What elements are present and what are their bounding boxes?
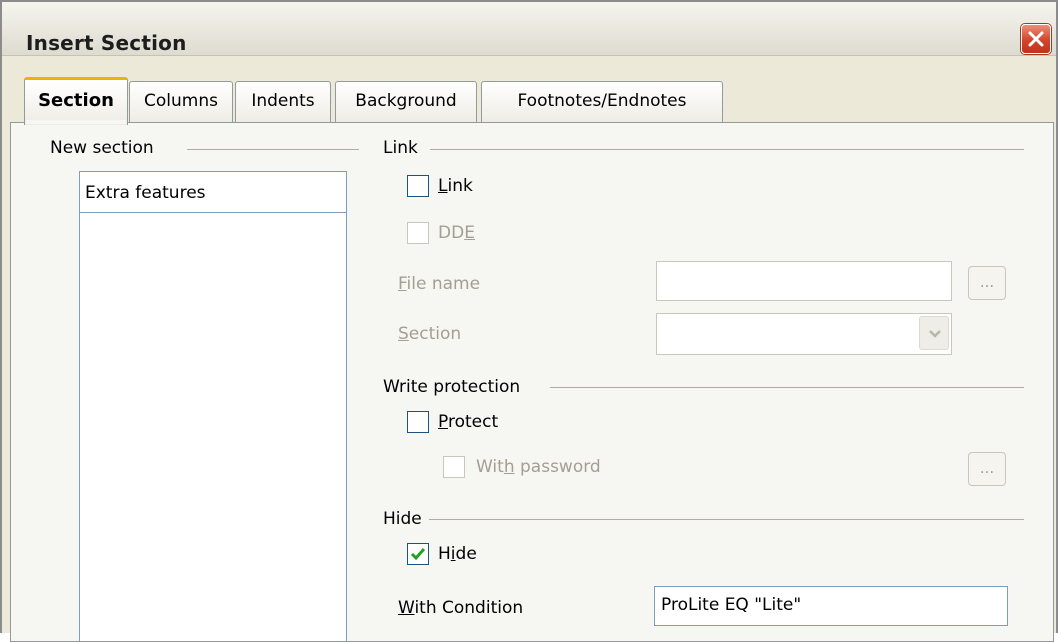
- new-section-divider: [187, 149, 359, 150]
- condition-input[interactable]: ProLite EQ "Lite": [654, 586, 1008, 626]
- dde-checkbox[interactable]: [407, 222, 429, 244]
- hide-checkbox[interactable]: [407, 543, 429, 565]
- with-condition-label: With Condition: [398, 598, 524, 618]
- file-name-input[interactable]: [656, 261, 952, 301]
- file-name-label: File name: [398, 274, 481, 294]
- close-icon: [1028, 31, 1044, 47]
- file-browse-button[interactable]: ...: [968, 266, 1006, 300]
- tab-section[interactable]: Section: [24, 77, 128, 125]
- section-name-input[interactable]: Extra features: [79, 171, 347, 213]
- insert-section-dialog: Insert Section Section Columns Indents B…: [0, 0, 1058, 642]
- password-button[interactable]: ...: [968, 452, 1006, 486]
- link-checkbox-label: Link: [438, 176, 473, 196]
- dde-checkbox-label: DDE: [438, 223, 475, 243]
- link-group-divider: [430, 149, 1024, 150]
- active-tab-join: [26, 120, 126, 124]
- close-button[interactable]: [1021, 24, 1051, 54]
- with-password-label: With password: [476, 457, 601, 477]
- tab-columns[interactable]: Columns: [129, 81, 233, 123]
- checkmark-icon: [410, 548, 426, 561]
- chevron-down-icon: [929, 330, 941, 338]
- link-checkbox[interactable]: [407, 175, 429, 197]
- hide-group-label: Hide: [383, 509, 422, 529]
- link-group-label: Link: [383, 138, 418, 158]
- title-bar: Insert Section: [2, 2, 1056, 56]
- dropdown-arrow[interactable]: [919, 316, 949, 350]
- protect-checkbox-label: Protect: [438, 412, 499, 432]
- dialog-title: Insert Section: [26, 31, 187, 55]
- hide-group-divider: [429, 519, 1024, 520]
- tab-footnotes-endnotes[interactable]: Footnotes/Endnotes: [481, 81, 723, 123]
- protect-checkbox[interactable]: [407, 411, 429, 433]
- write-protection-label: Write protection: [383, 377, 521, 397]
- section-select[interactable]: [656, 313, 952, 355]
- new-section-label: New section: [50, 138, 154, 158]
- section-list[interactable]: [79, 212, 347, 642]
- write-protection-divider: [550, 387, 1024, 388]
- tab-indents[interactable]: Indents: [235, 81, 331, 123]
- with-password-checkbox[interactable]: [443, 456, 465, 478]
- section-select-label: Section: [398, 324, 462, 344]
- hide-checkbox-label: Hide: [438, 544, 477, 564]
- tab-background[interactable]: Background: [335, 81, 477, 123]
